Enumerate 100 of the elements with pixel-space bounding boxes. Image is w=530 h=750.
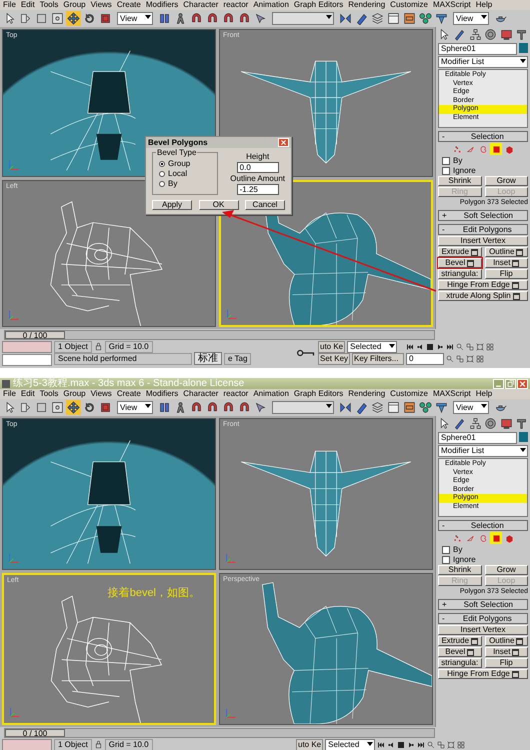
menu-item[interactable]: Create — [116, 389, 141, 399]
command-button[interactable]: Flip — [484, 658, 528, 668]
dialog-button[interactable]: Apply — [152, 200, 192, 210]
selection-set-button[interactable] — [253, 400, 268, 415]
zoom-icon[interactable] — [446, 354, 454, 362]
go-start-icon[interactable] — [406, 342, 414, 350]
zoom-all-icon[interactable] — [456, 354, 464, 362]
menu-item[interactable]: Edit — [20, 0, 35, 10]
rollout-header[interactable]: - Edit Polygons — [438, 613, 528, 624]
time-slider[interactable]: 0 / 100 — [4, 330, 435, 340]
region-select-button[interactable] — [34, 11, 49, 26]
command-button[interactable]: Shrink — [438, 176, 482, 186]
go-end-icon[interactable] — [417, 740, 426, 748]
display-tab-icon[interactable] — [500, 28, 513, 41]
menu-item[interactable]: Create — [116, 0, 141, 10]
schematic-button[interactable] — [402, 400, 417, 415]
object-color-swatch[interactable] — [519, 43, 528, 53]
zoom-all-icon[interactable] — [466, 342, 474, 350]
radio-option[interactable]: Local — [159, 169, 211, 178]
curve-editor-button[interactable] — [386, 400, 401, 415]
command-button[interactable]: Grow — [484, 565, 528, 575]
previous-frame-icon[interactable] — [416, 342, 424, 350]
scale-button[interactable] — [98, 11, 113, 26]
menu-item[interactable]: reactor — [223, 389, 248, 399]
command-button[interactable]: striangula: — [438, 658, 482, 668]
window-select-button[interactable] — [50, 11, 65, 26]
named-selection-dropdown[interactable] — [272, 12, 334, 25]
radio-option[interactable]: By — [159, 179, 211, 188]
mirror-button[interactable] — [338, 11, 353, 26]
zoom-all-icon[interactable] — [437, 740, 446, 748]
hierarchy-tab-icon[interactable] — [468, 28, 482, 41]
command-button[interactable]: Extrude — [438, 247, 482, 257]
rollout-header[interactable]: - Selection — [438, 520, 528, 531]
dialog-button[interactable]: OK — [198, 200, 238, 210]
menu-item[interactable]: Edit — [20, 389, 35, 399]
command-button[interactable]: Bevel — [438, 258, 482, 268]
auto-key-button[interactable]: uto Ke — [296, 738, 324, 750]
schematic-button[interactable] — [402, 11, 417, 26]
hierarchy-tab-icon[interactable] — [468, 417, 482, 430]
scale-button[interactable] — [98, 400, 113, 415]
menu-item[interactable]: reactor — [223, 0, 248, 10]
menu-item[interactable]: Group — [63, 0, 86, 10]
checkbox[interactable] — [442, 166, 450, 174]
modifier-list-dropdown[interactable]: Modifier List — [438, 56, 528, 68]
zoom-extents-icon[interactable] — [447, 740, 456, 748]
menu-item[interactable]: Modifiers — [146, 389, 178, 399]
rollout-header[interactable]: + Soft Selection — [438, 599, 528, 610]
command-button[interactable]: Hinge From Edge — [438, 280, 528, 290]
window-select-button[interactable] — [50, 400, 65, 415]
lock-icon[interactable] — [94, 342, 103, 351]
zoom-extents-all-icon[interactable] — [457, 740, 466, 748]
motion-tab-icon[interactable] — [484, 417, 498, 430]
menu-item[interactable]: MAXScript — [432, 389, 471, 399]
command-button[interactable]: Insert Vertex — [438, 625, 528, 635]
render-button[interactable] — [434, 400, 449, 415]
menu-item[interactable]: Views — [90, 389, 112, 399]
checkbox-option[interactable]: Ignore — [438, 555, 528, 564]
checkbox[interactable] — [442, 546, 450, 554]
menu-item[interactable]: Graph Editors — [294, 389, 344, 399]
region-select-button[interactable] — [34, 400, 49, 415]
time-slider-thumb[interactable]: 0 / 100 — [5, 729, 65, 737]
menu-item[interactable]: Character — [183, 389, 218, 399]
zoom-extents-icon[interactable] — [466, 354, 474, 362]
create-tab-icon[interactable] — [438, 417, 451, 430]
play-icon[interactable] — [397, 740, 406, 748]
mirror-button[interactable] — [338, 400, 353, 415]
move-button[interactable] — [66, 400, 81, 415]
rollout-header[interactable]: - Edit Polygons — [438, 224, 528, 235]
script-listener-field[interactable] — [2, 341, 52, 353]
current-frame-field[interactable]: 0 — [406, 352, 444, 364]
view-dropdown[interactable]: View — [117, 12, 153, 25]
play-icon[interactable] — [426, 342, 434, 350]
zoom-icon[interactable] — [456, 342, 464, 350]
next-frame-icon[interactable] — [407, 740, 416, 748]
menu-item[interactable]: Animation — [253, 389, 289, 399]
command-button[interactable]: Inset — [484, 258, 528, 268]
modify-tab-icon[interactable] — [453, 28, 466, 41]
menu-item[interactable]: Tools — [40, 0, 58, 10]
view-dropdown[interactable]: View — [453, 401, 489, 414]
close-button[interactable] — [278, 138, 289, 147]
rollout-header[interactable]: - Selection — [438, 131, 528, 142]
menu-item[interactable]: MAXScript — [432, 0, 471, 10]
motion-tab-icon[interactable] — [484, 28, 498, 41]
object-name-field[interactable]: Sphere01 — [438, 432, 517, 444]
menu-item[interactable]: Modifiers — [146, 0, 178, 10]
checkbox[interactable] — [442, 156, 450, 164]
time-tag-button[interactable]: e Tag — [224, 352, 252, 364]
named-selection-dropdown[interactable] — [272, 401, 334, 414]
radio-button[interactable] — [159, 180, 165, 186]
spheres-button[interactable] — [418, 400, 433, 415]
selection-set-button[interactable] — [253, 11, 268, 26]
menu-item[interactable]: Rendering — [348, 0, 386, 10]
time-slider[interactable]: 0 / 100 — [4, 728, 435, 738]
polygon-level-button[interactable] — [490, 532, 502, 544]
rollout-header[interactable]: + Soft Selection — [438, 210, 528, 221]
object-color-swatch[interactable] — [519, 432, 528, 442]
script-output-field[interactable] — [2, 354, 52, 366]
select-list-button[interactable] — [18, 400, 33, 415]
previous-frame-icon[interactable] — [387, 740, 396, 748]
render-button[interactable] — [434, 11, 449, 26]
